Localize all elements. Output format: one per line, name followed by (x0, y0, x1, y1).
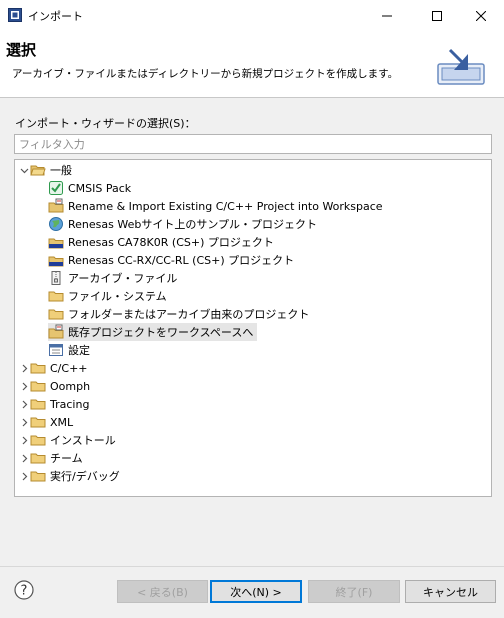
folder-icon (48, 306, 64, 322)
cancel-button[interactable]: キャンセル (405, 580, 496, 603)
folder-icon (30, 360, 46, 376)
tree-item-general[interactable]: 一般 (18, 161, 76, 179)
archive-icon (48, 270, 64, 286)
svg-text:?: ? (21, 584, 28, 599)
tree-item-file-system[interactable]: ファイル・システム (48, 287, 171, 305)
tree-item-renesas-web-samples[interactable]: Renesas Webサイト上のサンプル・プロジェクト (48, 215, 321, 233)
tree-item-existing-projects[interactable]: 既存プロジェクトをワークスペースへ (48, 323, 258, 341)
tree-item-label: 設定 (68, 344, 90, 357)
back-button[interactable]: < 戻る(B) (117, 580, 208, 603)
folder-icon (30, 468, 46, 484)
next-button[interactable]: 次へ(N) > (210, 580, 302, 603)
chevron-down-icon[interactable] (18, 161, 30, 179)
tree-item-label: Renesas Webサイト上のサンプル・プロジェクト (68, 218, 318, 231)
eclipse-app-icon (8, 8, 22, 22)
chevron-right-icon[interactable] (18, 467, 30, 485)
chevron-right-icon[interactable] (18, 413, 30, 431)
import-wizard-icon (436, 46, 486, 89)
preferences-icon (48, 342, 64, 358)
tree-item-label: CMSIS Pack (68, 181, 132, 195)
title-bar: インポート (0, 0, 504, 31)
tree-item-label: Rename & Import Existing C/C++ Project i… (68, 199, 383, 213)
tree-item-label: XML (50, 415, 74, 429)
page-title: 選択 (6, 41, 37, 59)
tree-item-label: Tracing (50, 397, 90, 411)
tree-item-projects-from-folder-or-archive[interactable]: フォルダーまたはアーカイブ由来のプロジェクト (48, 305, 313, 323)
minimize-button[interactable] (364, 0, 410, 31)
tree-item-tracing[interactable]: Tracing (18, 395, 93, 413)
filter-input[interactable] (14, 134, 492, 154)
tree-item-label: ファイル・システム (68, 290, 167, 303)
footer-separator (0, 566, 504, 567)
tree-item-label: アーカイブ・ファイル (68, 272, 178, 285)
folder-icon (30, 432, 46, 448)
chevron-right-icon[interactable] (18, 395, 30, 413)
folder-icon (30, 396, 46, 412)
tree-item-xml[interactable]: XML (18, 413, 77, 431)
page-description: アーカイブ・ファイルまたはディレクトリーから新規プロジェクトを作成します。 (12, 68, 399, 80)
tree-item-team[interactable]: チーム (18, 449, 87, 467)
tree-item-label: フォルダーまたはアーカイブ由来のプロジェクト (68, 308, 310, 321)
wizard-tree[interactable]: 一般 CMSIS Pack Rename & Import Existing C… (14, 159, 492, 497)
maximize-icon (432, 10, 442, 21)
folder-open-icon (30, 162, 46, 178)
maximize-button[interactable] (414, 0, 460, 31)
minimize-icon (382, 15, 392, 16)
filter-label: インポート・ウィザードの選択(S)： (15, 117, 196, 130)
tree-item-label: 既存プロジェクトをワークスペースへ (68, 326, 254, 339)
renesas-project-icon (48, 252, 64, 268)
tree-item-label: チーム (50, 452, 83, 465)
tree-item-archive-file[interactable]: アーカイブ・ファイル (48, 269, 181, 287)
folder-icon (30, 414, 46, 430)
folder-icon (30, 450, 46, 466)
wizard-banner: 選択 アーカイブ・ファイルまたはディレクトリーから新規プロジェクトを作成します。 (0, 31, 504, 98)
renesas-project-icon (48, 234, 64, 250)
chevron-right-icon[interactable] (18, 377, 30, 395)
help-icon[interactable]: ? (14, 580, 34, 600)
tree-item-label: 一般 (50, 164, 72, 177)
tree-item-label: Oomph (50, 379, 91, 393)
finish-button[interactable]: 終了(F) (308, 580, 400, 603)
tree-item-install[interactable]: インストール (18, 431, 120, 449)
cmsis-pack-icon (48, 180, 64, 196)
tree-item-renesas-ca78k0r[interactable]: Renesas CA78K0R (CS+) プロジェクト (48, 233, 278, 251)
window-title: インポート (28, 10, 83, 23)
folder-icon (48, 288, 64, 304)
tree-item-rename-import[interactable]: Rename & Import Existing C/C++ Project i… (48, 197, 387, 215)
chevron-right-icon[interactable] (18, 431, 30, 449)
tree-item-cmsis-pack[interactable]: CMSIS Pack (48, 179, 135, 197)
tree-item-oomph[interactable]: Oomph (18, 377, 94, 395)
tree-item-run-debug[interactable]: 実行/デバッグ (18, 467, 124, 485)
tree-item-label: Renesas CC-RX/CC-RL (CS+) プロジェクト (68, 254, 295, 267)
tree-item-label: 実行/デバッグ (50, 470, 120, 483)
existing-project-icon (48, 324, 64, 340)
tree-item-cpp[interactable]: C/C++ (18, 359, 92, 377)
folder-icon (30, 378, 46, 394)
tree-item-label: インストール (50, 434, 116, 447)
close-icon (476, 10, 486, 21)
tree-item-preferences[interactable]: 設定 (48, 341, 94, 359)
chevron-right-icon[interactable] (18, 449, 30, 467)
tree-item-label: Renesas CA78K0R (CS+) プロジェクト (68, 236, 274, 249)
close-button[interactable] (458, 0, 504, 31)
globe-icon (48, 216, 64, 232)
chevron-right-icon[interactable] (18, 359, 30, 377)
tree-item-label: C/C++ (50, 361, 88, 375)
import-project-icon (48, 198, 64, 214)
tree-item-renesas-ccrx-ccrl[interactable]: Renesas CC-RX/CC-RL (CS+) プロジェクト (48, 251, 298, 269)
